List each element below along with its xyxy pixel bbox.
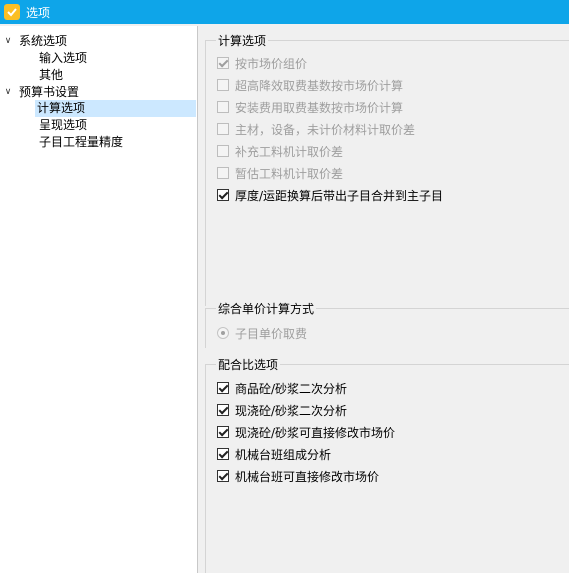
- checkbox: [217, 101, 229, 113]
- group-legend: 综合单价计算方式: [216, 300, 317, 317]
- tree-item-quantity-precision[interactable]: 子目工程量精度: [0, 134, 196, 151]
- options-panel: 计算选项 按市场价组价 超高降效取费基数按市场价计算 安装费用取费基数按市场价计…: [203, 26, 569, 573]
- checkbox[interactable]: [217, 426, 229, 438]
- checkbox[interactable]: [217, 470, 229, 482]
- option-provisional-diff: 暂估工料机计取价差: [217, 164, 343, 182]
- tree-item-display-options[interactable]: 呈现选项: [0, 117, 196, 134]
- option-thickness-merge[interactable]: 厚度/运距换算后带出子目合并到主子目: [217, 186, 443, 204]
- mix-options-group: 配合比选项 商品砼/砂浆二次分析 现浇砼/砂浆二次分析 现浇砼/砂浆可直接修改市…: [205, 356, 569, 573]
- checkbox: [217, 167, 229, 179]
- window-title: 选项: [26, 5, 51, 20]
- checkbox: [217, 79, 229, 91]
- tree-item-input-options[interactable]: 输入选项: [0, 50, 196, 67]
- checkbox[interactable]: [217, 189, 229, 201]
- tree-item-budget-settings[interactable]: ∨ 预算书设置: [0, 84, 196, 101]
- option-install-fee-market: 安装费用取费基数按市场价计算: [217, 98, 403, 116]
- tree-item-other[interactable]: 其他: [0, 67, 196, 84]
- option-commercial-concrete[interactable]: 商品砼/砂浆二次分析: [217, 379, 347, 397]
- collapse-chevron-icon[interactable]: ∨: [3, 33, 13, 50]
- option-machine-edit-price[interactable]: 机械台班可直接修改市场价: [217, 467, 379, 485]
- option-cast-concrete-edit-price[interactable]: 现浇砼/砂浆可直接修改市场价: [217, 423, 395, 441]
- calc-options-group: 计算选项 按市场价组价 超高降效取费基数按市场价计算 安装费用取费基数按市场价计…: [205, 32, 569, 306]
- group-legend: 计算选项: [216, 32, 269, 49]
- options-tree: ∨ 系统选项 输入选项 其他 ∨ 预算书设置 计算选项 呈现选项 子目工程量精度: [0, 26, 198, 573]
- checkbox[interactable]: [217, 382, 229, 394]
- tree-item-system-options[interactable]: ∨ 系统选项: [0, 33, 196, 50]
- option-market-price: 按市场价组价: [217, 54, 307, 72]
- checkbox: [217, 57, 229, 69]
- option-main-material-diff: 主材，设备，未计价材料计取价差: [217, 120, 415, 138]
- checkbox[interactable]: [217, 448, 229, 460]
- radio-button: [217, 327, 229, 339]
- checkbox[interactable]: [217, 404, 229, 416]
- tree-item-calc-options[interactable]: 计算选项: [0, 100, 196, 117]
- collapse-chevron-icon[interactable]: ∨: [3, 84, 13, 101]
- option-super-high-market: 超高降效取费基数按市场价计算: [217, 76, 403, 94]
- checkbox: [217, 145, 229, 157]
- option-supplement-diff: 补充工料机计取价差: [217, 142, 343, 160]
- option-cast-concrete[interactable]: 现浇砼/砂浆二次分析: [217, 401, 347, 419]
- option-item-unit-price: 子目单价取费: [217, 324, 307, 342]
- app-logo-icon: [4, 4, 20, 20]
- title-bar: 选项: [0, 0, 569, 24]
- group-legend: 配合比选项: [216, 356, 281, 373]
- option-machine-composition[interactable]: 机械台班组成分析: [217, 445, 331, 463]
- unit-price-group: 综合单价计算方式 子目单价取费: [205, 300, 569, 348]
- checkbox: [217, 123, 229, 135]
